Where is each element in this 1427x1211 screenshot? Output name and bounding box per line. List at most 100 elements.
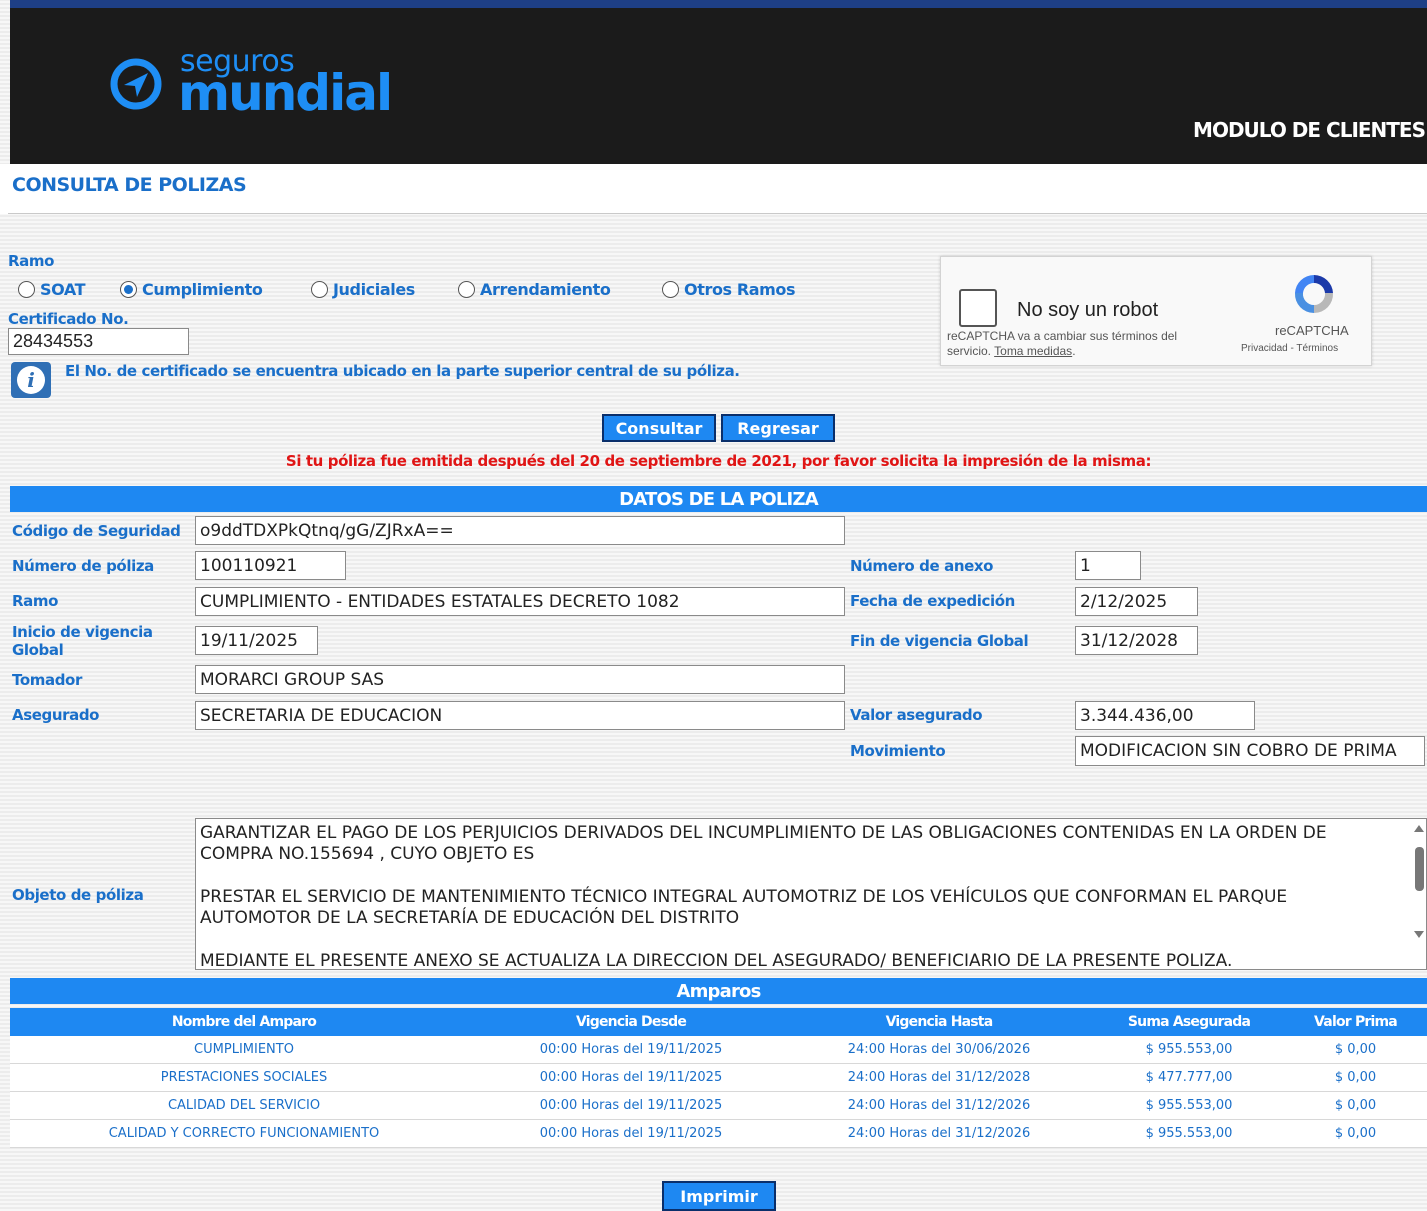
asegurado-field[interactable]: SECRETARIA DE EDUCACION [195, 701, 845, 730]
vigencia-desde-cell: 00:00 Horas del 19/11/2025 [478, 1063, 784, 1092]
asegurado-label: Asegurado [12, 706, 100, 724]
recaptcha-widget: No soy un robot reCAPTCHA va a cambiar s… [940, 256, 1372, 366]
info-icon: i [11, 362, 51, 398]
ramo-poliza-field[interactable]: CUMPLIMIENTO - ENTIDADES ESTATALES DECRE… [195, 587, 845, 616]
movimiento-field[interactable]: MODIFICACION SIN COBRO DE PRIMA [1075, 736, 1425, 766]
amparo-name-cell: PRESTACIONES SOCIALES [10, 1063, 478, 1092]
recaptcha-logo-icon [1294, 274, 1334, 314]
suma-asegurada-cell: $ 955.553,00 [1094, 1119, 1284, 1148]
valor-prima-cell: $ 0,00 [1284, 1119, 1427, 1148]
amparos-table: Nombre del Amparo Vigencia Desde Vigenci… [10, 1008, 1427, 1148]
recaptcha-note: reCAPTCHA va a cambiar sus términos del … [947, 329, 1178, 358]
column-header: Valor Prima [1284, 1008, 1427, 1036]
table-row: PRESTACIONES SOCIALES 00:00 Horas del 19… [10, 1063, 1427, 1092]
seguros-mundial-logo[interactable]: seguros mundial [110, 44, 393, 122]
divider [8, 213, 1427, 214]
valor-asegurado-label: Valor asegurado [850, 706, 983, 724]
valor-prima-cell: $ 0,00 [1284, 1063, 1427, 1092]
vigencia-hasta-cell: 24:00 Horas del 30/06/2026 [784, 1036, 1094, 1064]
codigo-seguridad-field[interactable]: o9ddTDXPkQtnq/gG/ZJRxA== [195, 516, 845, 545]
vigencia-hasta-cell: 24:00 Horas del 31/12/2026 [784, 1091, 1094, 1120]
objeto-scrollbar[interactable] [1412, 819, 1426, 969]
inicio-vigencia-label: Inicio de vigencia Global [12, 623, 153, 659]
radio-cumplimiento[interactable]: Cumplimiento [120, 280, 263, 299]
table-row: CUMPLIMIENTO 00:00 Horas del 19/11/2025 … [10, 1036, 1427, 1064]
suma-asegurada-cell: $ 477.777,00 [1094, 1063, 1284, 1092]
valor-prima-cell: $ 0,00 [1284, 1036, 1427, 1064]
radio-label: Arrendamiento [480, 280, 611, 299]
amparo-name-cell: CALIDAD DEL SERVICIO [10, 1091, 478, 1120]
objeto-paragraph: MEDIANTE EL PRESENTE ANEXO SE ACTUALIZA … [200, 951, 1233, 970]
objeto-poliza-textarea[interactable]: GARANTIZAR EL PAGO DE LOS PERJUICIOS DER… [195, 818, 1427, 970]
tomador-label: Tomador [12, 671, 82, 689]
radio-circle[interactable] [18, 281, 35, 298]
recaptcha-label: No soy un robot [1017, 299, 1159, 321]
table-row: CALIDAD Y CORRECTO FUNCIONAMIENTO 00:00 … [10, 1119, 1427, 1148]
vigencia-desde-cell: 00:00 Horas del 19/11/2025 [478, 1091, 784, 1120]
column-header: Vigencia Hasta [784, 1008, 1094, 1036]
scroll-down-arrow-icon[interactable] [1414, 931, 1424, 938]
radio-soat[interactable]: SOAT [18, 280, 86, 299]
scroll-up-arrow-icon[interactable] [1414, 825, 1424, 832]
radio-circle[interactable] [458, 281, 475, 298]
consultar-button[interactable]: Consultar [602, 414, 716, 442]
print-notice: Si tu póliza fue emitida después del 20 … [285, 452, 1152, 470]
recaptcha-privacy-links[interactable]: Privacidad - Términos [1241, 343, 1338, 354]
numero-anexo-field[interactable]: 1 [1075, 551, 1141, 580]
recaptcha-brand: reCAPTCHA [1275, 323, 1349, 338]
recaptcha-checkbox[interactable] [959, 289, 997, 327]
imprimir-button[interactable]: Imprimir [662, 1181, 776, 1211]
inicio-vigencia-label-line2: Global [12, 641, 64, 659]
amparos-header-row: Nombre del Amparo Vigencia Desde Vigenci… [10, 1008, 1427, 1036]
radio-otros-ramos[interactable]: Otros Ramos [662, 280, 796, 299]
ramo-poliza-label: Ramo [12, 592, 59, 610]
numero-poliza-field[interactable]: 100110921 [195, 551, 346, 580]
vigencia-hasta-cell: 24:00 Horas del 31/12/2026 [784, 1119, 1094, 1148]
radio-label: SOAT [40, 280, 86, 299]
fecha-expedicion-field[interactable]: 2/12/2025 [1075, 587, 1198, 616]
logo-text-mundial: mundial [178, 64, 393, 122]
numero-anexo-label: Número de anexo [850, 557, 994, 575]
certificado-input[interactable]: 28434553 [8, 328, 189, 355]
radio-circle[interactable] [662, 281, 679, 298]
objeto-poliza-label: Objeto de póliza [12, 886, 144, 904]
radio-judiciales[interactable]: Judiciales [311, 280, 415, 299]
numero-poliza-label: Número de póliza [12, 557, 154, 575]
column-header: Suma Asegurada [1094, 1008, 1284, 1036]
valor-prima-cell: $ 0,00 [1284, 1091, 1427, 1120]
datos-poliza-header: DATOS DE LA POLIZA [10, 486, 1427, 512]
table-row: CALIDAD DEL SERVICIO 00:00 Horas del 19/… [10, 1091, 1427, 1120]
inicio-vigencia-field[interactable]: 19/11/2025 [195, 626, 318, 655]
amparo-name-cell: CUMPLIMIENTO [10, 1036, 478, 1064]
tomador-field[interactable]: MORARCI GROUP SAS [195, 665, 845, 694]
recaptcha-note-link[interactable]: Toma medidas [994, 344, 1072, 358]
ramo-label: Ramo [8, 252, 55, 270]
valor-asegurado-field[interactable]: 3.344.436,00 [1075, 701, 1255, 730]
inicio-vigencia-label-line1: Inicio de vigencia [12, 623, 153, 641]
header-top-band [10, 0, 1427, 8]
page-title: CONSULTA DE POLIZAS [12, 174, 247, 196]
fin-vigencia-field[interactable]: 31/12/2028 [1075, 626, 1198, 655]
radio-label: Otros Ramos [684, 280, 796, 299]
radio-circle-selected[interactable] [120, 281, 137, 298]
regresar-button[interactable]: Regresar [721, 414, 835, 442]
fin-vigencia-label: Fin de vigencia Global [850, 632, 1029, 650]
vigencia-desde-cell: 00:00 Horas del 19/11/2025 [478, 1036, 784, 1064]
scroll-thumb[interactable] [1415, 847, 1424, 891]
suma-asegurada-cell: $ 955.553,00 [1094, 1036, 1284, 1064]
radio-label: Cumplimiento [142, 280, 263, 299]
amparos-header: Amparos [10, 978, 1427, 1004]
site-header: seguros mundial MODULO DE CLIENTES [10, 8, 1427, 164]
radio-circle[interactable] [311, 281, 328, 298]
info-text: El No. de certificado se encuentra ubica… [65, 362, 740, 380]
column-header: Vigencia Desde [478, 1008, 784, 1036]
objeto-paragraph: PRESTAR EL SERVICIO DE MANTENIMIENTO TÉC… [200, 887, 1288, 928]
certificado-label: Certificado No. [8, 310, 129, 328]
module-title: MODULO DE CLIENTES [1193, 118, 1426, 142]
codigo-seguridad-label: Código de Seguridad [12, 522, 181, 540]
radio-label: Judiciales [333, 280, 415, 299]
amparo-name-cell: CALIDAD Y CORRECTO FUNCIONAMIENTO [10, 1119, 478, 1148]
radio-arrendamiento[interactable]: Arrendamiento [458, 280, 611, 299]
column-header: Nombre del Amparo [10, 1008, 478, 1036]
objeto-paragraph: GARANTIZAR EL PAGO DE LOS PERJUICIOS DER… [200, 823, 1327, 864]
